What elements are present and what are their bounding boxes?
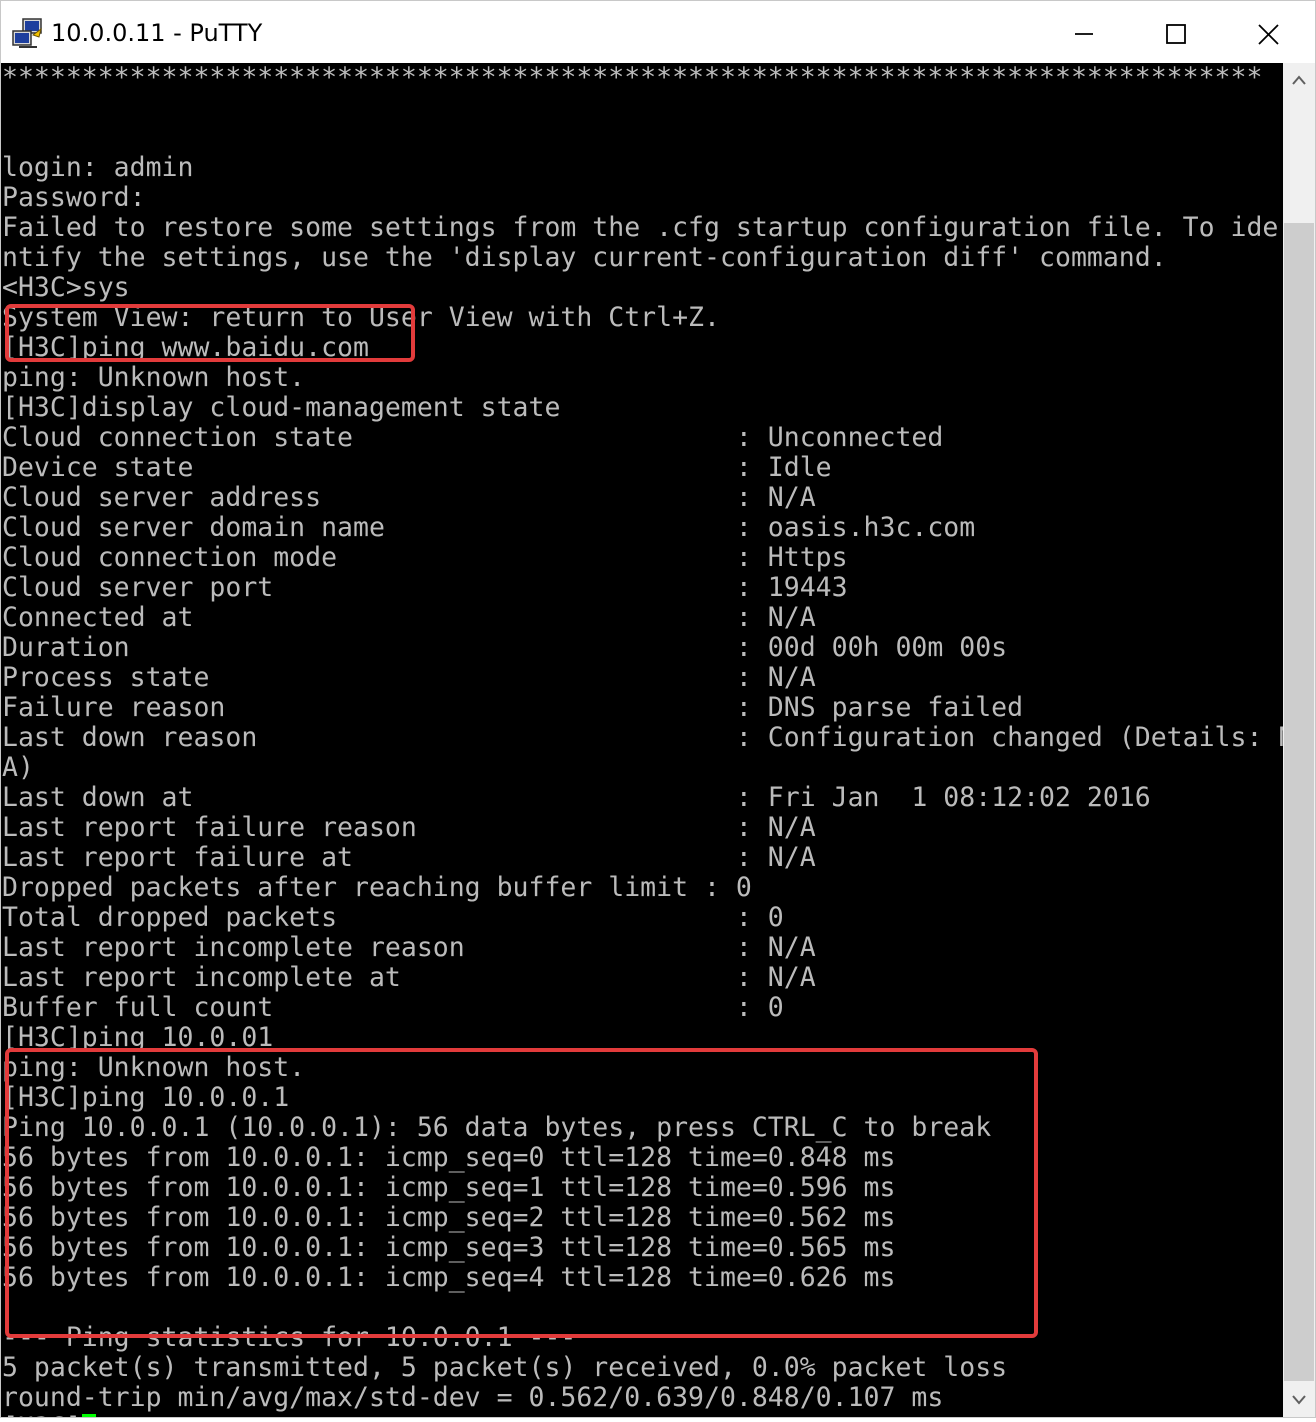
- minimize-button[interactable]: [1038, 1, 1130, 63]
- vertical-scrollbar[interactable]: [1283, 63, 1315, 1417]
- terminal-line: Failed to restore some settings from the…: [2, 212, 1279, 243]
- scroll-up-button[interactable]: [1283, 63, 1315, 97]
- scroll-down-arrow-icon: [1292, 1395, 1306, 1405]
- terminal-line: Cloud server port : 19443: [2, 572, 848, 603]
- terminal-line: Cloud connection mode : Https: [2, 542, 848, 573]
- terminal-area[interactable]: ****************************************…: [1, 63, 1283, 1417]
- close-button[interactable]: [1222, 1, 1314, 63]
- scroll-thumb[interactable]: [1284, 223, 1314, 1381]
- terminal-line: Cloud server address : N/A: [2, 482, 816, 513]
- terminal-line: Process state : N/A: [2, 662, 816, 693]
- terminal-line: ntify the settings, use the 'display cur…: [2, 242, 1167, 273]
- title-bar[interactable]: 10.0.0.11 - PuTTY: [1, 1, 1315, 63]
- terminal-line: 5 packet(s) transmitted, 5 packet(s) rec…: [2, 1352, 1008, 1383]
- scroll-up-arrow-icon: [1292, 75, 1306, 85]
- maximize-icon: [1166, 24, 1186, 44]
- terminal-line: Dropped packets after reaching buffer li…: [2, 872, 752, 903]
- terminal-line: Last report failure reason : N/A: [2, 812, 816, 843]
- terminal-line: ping: Unknown host.: [2, 362, 306, 393]
- terminal-line: Cloud connection state : Unconnected: [2, 422, 944, 453]
- terminal-line: Last down at : Fri Jan 1 08:12:02 2016: [2, 782, 1151, 813]
- terminal-line: Duration : 00d 00h 00m 00s: [2, 632, 1008, 663]
- window-title: 10.0.0.11 - PuTTY: [51, 19, 263, 47]
- scroll-down-button[interactable]: [1283, 1383, 1315, 1417]
- putty-window: 10.0.0.11 - PuTTY **********************…: [0, 0, 1316, 1418]
- terminal-line: Last report failure at : N/A: [2, 842, 816, 873]
- terminal-line: Password:: [2, 182, 146, 213]
- terminal-line: Buffer full count : 0: [2, 992, 784, 1023]
- terminal-prompt: [H3C]: [2, 1412, 82, 1418]
- terminal-line: A): [2, 752, 34, 783]
- terminal-line: Failure reason : DNS parse failed: [2, 692, 1024, 723]
- highlight-box-ping-baidu: [5, 304, 415, 362]
- terminal-prompt-line[interactable]: [H3C]: [2, 1413, 1283, 1417]
- terminal-line: Last report incomplete reason : N/A: [2, 932, 816, 963]
- highlight-box-ping-gateway: [5, 1048, 1038, 1338]
- maximize-button[interactable]: [1130, 1, 1222, 63]
- putty-app-icon[interactable]: [11, 17, 45, 51]
- terminal-line: Last report incomplete at : N/A: [2, 962, 816, 993]
- close-icon: [1258, 24, 1279, 45]
- terminal-line: round-trip min/avg/max/std-dev = 0.562/0…: [2, 1382, 944, 1413]
- terminal-line: Device state : Idle: [2, 452, 832, 483]
- terminal-cursor: [81, 1414, 96, 1417]
- terminal-line: ****************************************…: [2, 63, 1263, 93]
- terminal-line: [H3C]display cloud-management state: [2, 392, 561, 423]
- terminal-line: <H3C>sys: [2, 272, 130, 303]
- terminal-line: Connected at : N/A: [2, 602, 816, 633]
- terminal-line: Total dropped packets : 0: [2, 902, 784, 933]
- terminal-line: Cloud server domain name : oasis.h3c.com: [2, 512, 976, 543]
- minimize-icon: [1075, 33, 1093, 35]
- terminal-line: Last down reason : Configuration changed…: [2, 722, 1283, 753]
- terminal-line: login: admin: [2, 152, 194, 183]
